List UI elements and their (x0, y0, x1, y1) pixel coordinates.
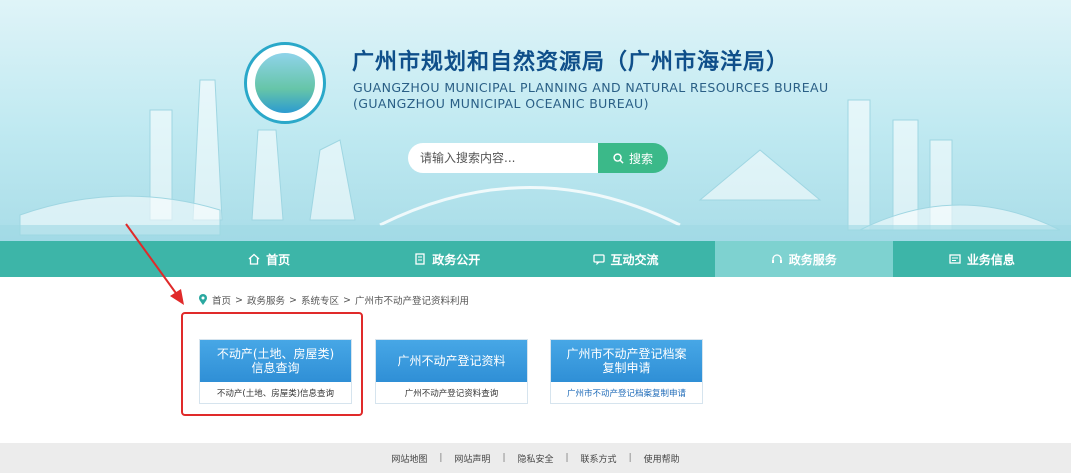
main-navigation: 首页 政务公开 互动交流 政务服务 业务信息 (0, 241, 1071, 277)
breadcrumb-separator: > (342, 294, 351, 306)
nav-item-label: 首页 (266, 252, 291, 267)
header-banner: 广州市规划和自然资源局（广州市海洋局） GUANGZHOU MUNICIPAL … (0, 0, 1071, 241)
bureau-logo (244, 42, 326, 124)
nav-item-label: 业务信息 (966, 252, 1015, 267)
footer-separator: | (439, 453, 443, 463)
annotation-highlight-box (181, 312, 363, 416)
info-icon (949, 254, 961, 264)
search-button-label: 搜索 (628, 151, 653, 166)
breadcrumb-home[interactable]: 首页 (212, 293, 231, 307)
site-title-english: GUANGZHOU MUNICIPAL PLANNING AND NATURAL… (353, 80, 829, 95)
nav-item-government-affairs[interactable]: 政务公开 (358, 241, 536, 277)
service-card-registration-data[interactable]: 广州不动产登记资料 广州不动产登记资料查询 (375, 339, 528, 404)
headset-icon (771, 254, 782, 263)
footer-link-sitemap[interactable]: 网站地图 (391, 452, 427, 465)
chat-icon (592, 254, 605, 265)
nav-item-business-info[interactable]: 业务信息 (893, 241, 1071, 277)
card-title-button[interactable]: 广州不动产登记资料 (376, 340, 527, 382)
nav-item-home[interactable]: 首页 (180, 241, 358, 277)
footer-separator: | (565, 453, 569, 463)
breadcrumb-services[interactable]: 政务服务 (247, 293, 285, 307)
footer-links: 网站地图 | 网站声明 | 隐私安全 | 联系方式 | 使用帮助 (0, 443, 1071, 473)
card-title-button[interactable]: 广州市不动产登记档案 复制申请 (551, 340, 702, 382)
breadcrumb-separator: > (235, 294, 243, 306)
search-button[interactable]: 搜索 (598, 143, 668, 173)
document-icon (415, 253, 425, 265)
breadcrumb-separator: > (289, 294, 297, 306)
nav-item-interaction[interactable]: 互动交流 (536, 241, 714, 277)
city-skyline-illustration (0, 79, 1071, 241)
footer-separator: | (502, 453, 506, 463)
card-subtitle-link[interactable]: 广州不动产登记资料查询 (376, 382, 527, 403)
footer-link-statement[interactable]: 网站声明 (454, 452, 490, 465)
location-pin-icon (199, 294, 207, 305)
logo-emblem-icon (255, 53, 315, 113)
footer-link-privacy[interactable]: 隐私安全 (517, 452, 553, 465)
search-icon (613, 152, 624, 164)
footer-link-help[interactable]: 使用帮助 (644, 452, 680, 465)
site-title: 广州市规划和自然资源局（广州市海洋局） (352, 50, 790, 75)
card-subtitle-link[interactable]: 广州市不动产登记档案复制申请 (551, 382, 702, 403)
breadcrumb-current: 广州市不动产登记资料利用 (354, 296, 469, 307)
search-input[interactable] (408, 143, 598, 173)
footer-link-contact[interactable]: 联系方式 (581, 452, 617, 465)
breadcrumb-system-zone[interactable]: 系统专区 (301, 293, 339, 307)
home-icon (248, 253, 260, 265)
nav-item-label: 互动交流 (610, 252, 659, 267)
breadcrumb: 首页 > 政务服务 > 系统专区 > 广州市不动产登记资料利用 (198, 293, 469, 307)
nav-item-label: 政务服务 (788, 252, 837, 267)
nav-item-services[interactable]: 政务服务 (714, 241, 893, 277)
site-subtitle-english: (GUANGZHOU MUNICIPAL OCEANIC BUREAU) (353, 96, 649, 111)
service-card-archive-copy[interactable]: 广州市不动产登记档案 复制申请 广州市不动产登记档案复制申请 (550, 339, 703, 404)
nav-item-label: 政务公开 (432, 252, 481, 267)
footer-separator: | (628, 453, 632, 463)
